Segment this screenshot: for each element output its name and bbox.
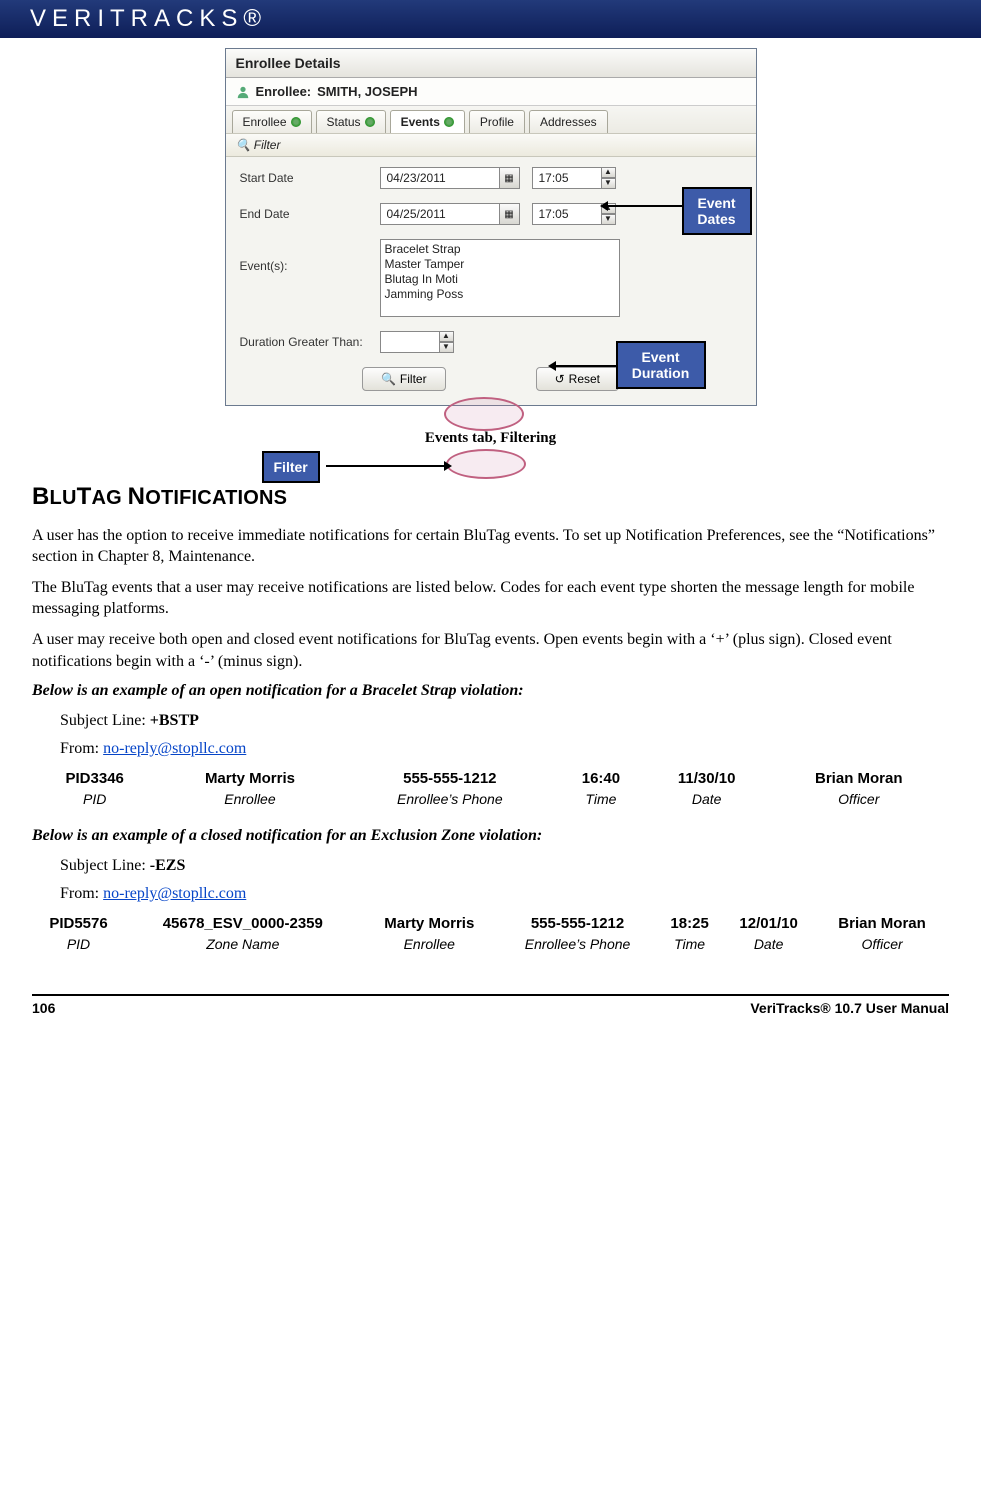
notification-table-closed: PID557645678_ESV_0000-2359Marty Morris55… [32,913,949,954]
from-line: From: no-reply@stopllc.com [60,740,949,758]
notification-table-open: PID3346Marty Morris555-555-121216:4011/3… [32,768,949,809]
field-label: From: [60,885,103,902]
user-icon [236,85,250,99]
list-item[interactable]: Master Tamper [385,257,615,272]
start-time-input[interactable]: 17:05 [532,167,602,189]
end-time-input[interactable]: 17:05 [532,203,602,225]
enrollee-row: Enrollee: SMITH, JOSEPH [226,78,756,106]
events-label: Event(s): [240,239,380,273]
button-label: Reset [569,372,600,386]
table-row: PID557645678_ESV_0000-2359Marty Morris55… [32,913,949,934]
calendar-icon[interactable]: ▦ [500,203,520,225]
arrow-icon [608,205,684,207]
body-paragraph: The BluTag events that a user may receiv… [32,577,949,619]
tab-status[interactable]: Status [316,110,386,133]
tab-label: Profile [480,115,514,129]
list-item[interactable]: Jamming Poss [385,287,615,302]
subject-line: Subject Line: +BSTP [60,712,949,730]
table-row: PID3346Marty Morris555-555-121216:4011/3… [32,768,949,789]
tab-bar: Enrollee Status Events Profile Addresses [226,106,756,133]
tab-label: Addresses [540,115,597,129]
tab-label: Status [327,115,361,129]
from-line: From: no-reply@stopllc.com [60,885,949,903]
field-label: Subject Line: [60,857,150,874]
duration-label: Duration Greater Than: [240,335,380,349]
duration-spinner[interactable]: ▲▼ [440,331,454,353]
page-number: 106 [32,1000,55,1016]
reset-icon: ↺ [555,372,565,386]
tab-label: Enrollee [243,115,287,129]
filter-panel-header[interactable]: 🔍 Filter [226,133,756,157]
events-listbox[interactable]: Bracelet Strap Master Tamper Blutag In M… [380,239,620,317]
subject-line: Subject Line: -EZS [60,857,949,875]
section-heading: BLUTAG NOTIFICATIONS [32,483,949,511]
list-item[interactable]: Blutag In Moti [385,272,615,287]
callout-filter: Filter [262,451,320,483]
end-date-label: End Date [240,207,380,221]
tab-addresses[interactable]: Addresses [529,110,608,133]
tab-enrollee[interactable]: Enrollee [232,110,312,133]
field-label: From: [60,740,103,757]
example-intro: Below is an example of a closed notifica… [32,827,949,845]
brand-header: VERITRACKS® [0,0,981,38]
figure-caption: Events tab, Filtering [425,430,556,447]
tab-events[interactable]: Events [390,110,465,133]
body-paragraph: A user may receive both open and closed … [32,629,949,671]
arrow-icon [556,365,618,367]
tab-label: Events [401,115,440,129]
table-row: PIDZone NameEnrolleeEnrollee’s PhoneTime… [32,934,949,954]
refresh-icon [444,117,454,127]
list-item[interactable]: Bracelet Strap [385,242,615,257]
arrow-icon [326,465,444,467]
duration-input[interactable] [380,331,440,353]
refresh-icon [291,117,301,127]
enrollee-name: SMITH, JOSEPH [317,84,417,99]
email-link[interactable]: no-reply@stopllc.com [103,740,246,757]
tab-profile[interactable]: Profile [469,110,525,133]
brand-logo: VERITRACKS® [30,5,267,33]
calendar-icon[interactable]: ▦ [500,167,520,189]
enrollee-label: Enrollee: [256,84,312,99]
page-footer: 106 VeriTracks® 10.7 User Manual [32,996,949,1026]
email-link[interactable]: no-reply@stopllc.com [103,885,246,902]
window-title: Enrollee Details [226,49,756,78]
field-label: Subject Line: [60,712,150,729]
time-spinner[interactable]: ▲▼ [602,167,616,189]
manual-title: VeriTracks® 10.7 User Manual [750,1000,949,1016]
enrollee-details-window: Enrollee Details Enrollee: SMITH, JOSEPH… [225,48,757,406]
filter-header-label: Filter [254,138,281,152]
callout-event-duration: Event Duration [616,341,706,389]
example-intro: Below is an example of an open notificat… [32,682,949,700]
filter-button[interactable]: 🔍 Filter [362,367,446,391]
field-value: +BSTP [150,712,199,729]
body-paragraph: A user has the option to receive immedia… [32,525,949,567]
refresh-icon [365,117,375,127]
button-label: Filter [400,372,427,386]
annotation-circle [444,397,524,431]
callout-event-dates: Event Dates [682,187,752,235]
start-date-label: Start Date [240,171,380,185]
start-date-input[interactable]: 04/23/2011 [380,167,500,189]
field-value: -EZS [150,857,186,874]
end-date-input[interactable]: 04/25/2011 [380,203,500,225]
funnel-icon: 🔍 [381,372,396,386]
table-row: PIDEnrolleeEnrollee’s PhoneTimeDateOffic… [32,789,949,809]
annotation-circle [446,449,526,479]
